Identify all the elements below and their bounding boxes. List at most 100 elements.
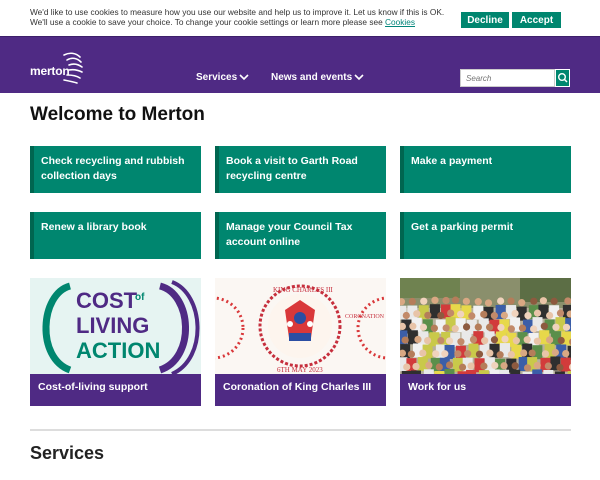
nav-services[interactable]: Services <box>196 72 249 83</box>
crowd-person-head <box>419 323 428 331</box>
crowd-person-head <box>462 323 471 331</box>
chevron-down-icon <box>239 74 249 81</box>
search-icon <box>558 73 568 83</box>
crowd-person-head <box>481 337 489 345</box>
nav-services-label: Services <box>196 72 238 83</box>
tile-council-tax[interactable]: Manage your Council Tax account online <box>215 212 386 259</box>
crowd-person-head <box>497 323 505 332</box>
crowd-person-head <box>533 361 541 370</box>
crowd-person-head <box>457 338 465 346</box>
crowd-person-head <box>507 325 515 333</box>
crowd-person-head <box>419 349 427 357</box>
card-coronation[interactable]: KING CHARLES III CORONATION 6TH MAY 2023… <box>215 278 386 406</box>
crowd-person-head <box>484 299 493 307</box>
crowd-person-head <box>409 322 417 330</box>
crowd-person-head <box>544 362 552 370</box>
crowd-person-head <box>480 362 488 370</box>
crowd-person-head <box>412 362 420 371</box>
crowd-person-head <box>539 297 548 305</box>
crowd-person-head <box>556 363 564 372</box>
crowd-person-head <box>528 349 536 357</box>
crowd-person-head <box>541 350 550 358</box>
crowd-person-head <box>424 311 432 319</box>
crowd-person-head <box>414 335 422 344</box>
crowd-person-head <box>491 361 499 370</box>
crowd-person-head <box>490 336 499 344</box>
crowd-person-head <box>530 297 538 305</box>
nav-news-label: News and events <box>271 72 353 83</box>
cookies-link[interactable]: Cookies <box>385 17 415 27</box>
crowd-person-head <box>518 299 526 307</box>
crowd-person-head <box>462 297 470 305</box>
crowd-person-head <box>458 363 467 371</box>
crowd-person-head <box>533 337 541 345</box>
crowd-person-head <box>432 350 440 358</box>
tile-parking-permit[interactable]: Get a parking permit <box>400 212 571 259</box>
crowd-person-head <box>497 297 505 305</box>
crowd-person-head <box>518 324 527 332</box>
crowd-person-head <box>413 310 421 318</box>
crowd-person-head <box>562 349 570 358</box>
accept-cookies-button[interactable]: Accept <box>512 12 561 28</box>
site-header: merton Services News and events <box>0 36 600 93</box>
crowd-person-head <box>445 361 454 369</box>
crowd-person-head <box>441 350 449 358</box>
crowd-person-head <box>401 336 409 344</box>
cost-of-living-graphic: COST of LIVING ACTION <box>42 280 200 374</box>
cookie-message-text: We'd like to use cookies to measure how … <box>30 7 445 27</box>
coronation-image: KING CHARLES III CORONATION 6TH MAY 2023 <box>215 278 386 374</box>
crowd-person-head <box>408 297 416 306</box>
crowd-person-head <box>552 323 560 331</box>
crowd-person-head <box>511 362 519 370</box>
search-button[interactable] <box>555 69 570 87</box>
logo-waves-icon <box>63 52 83 84</box>
coronation-date-text: 6TH MAY 2023 <box>277 366 323 374</box>
crowd-person-head <box>496 351 504 359</box>
services-heading: Services <box>30 443 105 463</box>
crowd-person-head <box>557 336 565 345</box>
search-form <box>460 69 570 87</box>
card-label: Cost-of-living support <box>30 374 201 406</box>
crowd-person-head <box>451 296 460 304</box>
crowd-person-head <box>551 348 559 357</box>
search-input[interactable] <box>460 69 555 87</box>
action-text: ACTION <box>76 338 160 363</box>
crowd-person-head <box>524 312 532 320</box>
crowd-person-head <box>540 322 548 330</box>
crowd-person-head <box>474 298 482 306</box>
card-cost-of-living[interactable]: COST of LIVING ACTION Cost-of-living sup… <box>30 278 201 406</box>
crowd-person-head <box>507 350 515 359</box>
crowd-person-head <box>546 311 554 320</box>
crowd-person-head <box>500 362 508 370</box>
crowd-person-head <box>445 337 454 345</box>
tile-renew-library-book[interactable]: Renew a library book <box>30 212 201 259</box>
king-charles-text: KING CHARLES III <box>273 286 334 294</box>
crowd-person-head <box>469 335 478 344</box>
crowd-person-head <box>420 297 428 305</box>
crowd-person-head <box>533 309 542 317</box>
crowd-person-head <box>407 350 416 358</box>
crowd-person-head <box>437 336 445 345</box>
cost-of-living-image: COST of LIVING ACTION <box>30 278 201 374</box>
crowd-person-head <box>467 362 475 370</box>
tile-book-garth-road[interactable]: Book a visit to Garth Road recycling cen… <box>215 146 386 193</box>
nav-news-and-events[interactable]: News and events <box>271 72 364 83</box>
crowd-person-head <box>425 361 433 369</box>
crowd-person-head <box>546 336 554 344</box>
card-work-for-us[interactable]: Work for us <box>400 278 571 406</box>
tile-make-payment[interactable]: Make a payment <box>400 146 571 193</box>
crowd-person-head <box>402 311 410 320</box>
crowd-person-head <box>550 297 558 305</box>
tile-check-recycling[interactable]: Check recycling and rubbish collection d… <box>30 146 201 193</box>
section-divider <box>30 429 571 431</box>
coronation-emblem-graphic: KING CHARLES III CORONATION 6TH MAY 2023 <box>215 284 386 374</box>
work-for-us-crowd-photo <box>400 278 571 374</box>
decline-cookies-button[interactable]: Decline <box>461 12 509 28</box>
crowd-person-head <box>512 337 520 345</box>
crowd-person-head <box>485 323 494 331</box>
card-label: Work for us <box>400 374 571 406</box>
merton-logo[interactable]: merton <box>30 51 90 85</box>
crowd-person-head <box>530 325 538 333</box>
crowd-person-head <box>437 311 445 320</box>
crowd-person-head <box>431 296 439 304</box>
